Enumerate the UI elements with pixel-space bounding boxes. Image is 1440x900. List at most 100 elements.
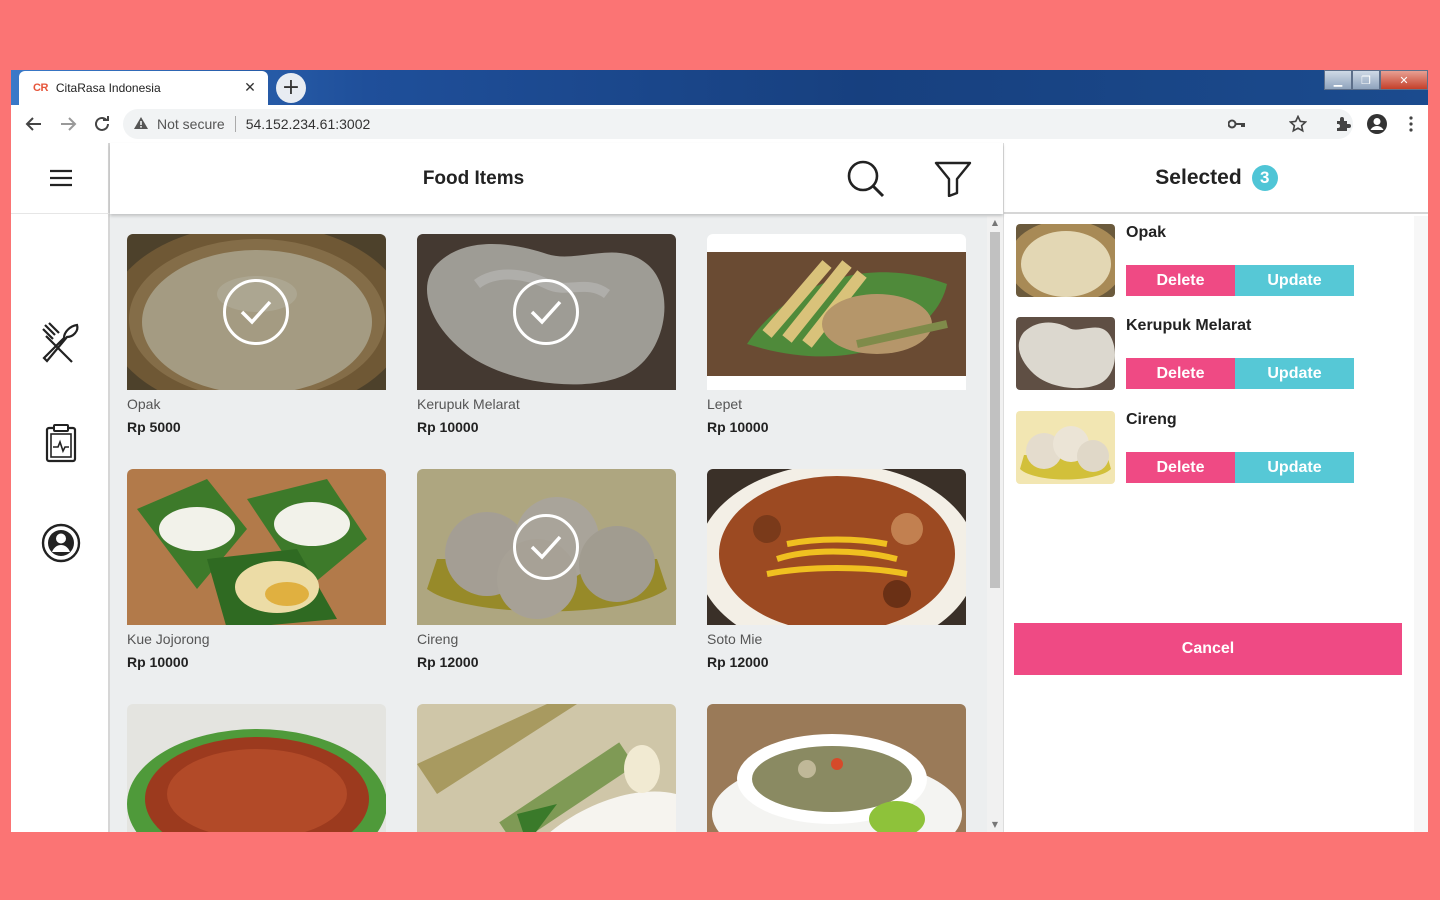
forward-icon[interactable] <box>51 107 85 141</box>
new-tab-button[interactable]: + <box>276 73 306 103</box>
checkmark-icon <box>223 279 289 345</box>
cancel-button[interactable]: Cancel <box>1014 623 1402 675</box>
browser-tab[interactable]: CR CitaRasa Indonesia ✕ <box>19 71 268 105</box>
food-card[interactable]: Cireng Rp 12000 <box>417 469 676 670</box>
page-title: Food Items <box>422 167 525 189</box>
app-root: Food Items Opak Rp 5000 Kerupuk Melarat … <box>11 143 1428 832</box>
food-card[interactable]: Opak Rp 5000 <box>127 234 386 435</box>
main-header: Food Items <box>110 143 1003 214</box>
selected-item-name: Cireng <box>1126 411 1177 428</box>
food-card[interactable]: Kue Jojorong Rp 10000 <box>127 469 386 670</box>
food-price: Rp 5000 <box>127 419 181 435</box>
food-image <box>417 234 676 390</box>
food-name: Soto Mie <box>707 631 763 647</box>
food-image <box>127 234 386 390</box>
key-icon[interactable] <box>1220 107 1254 141</box>
food-list-scrollbar[interactable]: ▲ ▼ <box>987 216 1003 832</box>
selected-panel-scrollbar[interactable] <box>1414 216 1428 832</box>
search-button[interactable] <box>845 158 887 200</box>
back-icon[interactable] <box>17 107 51 141</box>
selected-item-name: Opak <box>1126 224 1167 241</box>
food-name: Opak <box>127 396 161 412</box>
reload-icon[interactable] <box>85 107 119 141</box>
extensions-icon[interactable] <box>1326 107 1360 141</box>
food-list-area: Food Items Opak Rp 5000 Kerupuk Melarat … <box>110 143 1003 832</box>
delete-button[interactable]: Delete <box>1126 265 1235 296</box>
hamburger-icon <box>49 169 72 187</box>
browser-toolbar: Not secure 54.152.234.61:3002 <box>11 105 1428 143</box>
minimize-icon[interactable]: ▁ <box>1324 70 1352 90</box>
food-name: Kue Jojorong <box>127 631 210 647</box>
filter-button[interactable] <box>932 158 974 200</box>
window-controls: ▁ ❐ ✕ <box>1324 70 1428 90</box>
browser-window: CR CitaRasa Indonesia ✕ + ▁ ❐ ✕ Not secu… <box>11 70 1428 832</box>
food-card[interactable]: Soto Mie Rp 12000 <box>707 469 966 670</box>
food-name: Kerupuk Melarat <box>417 396 520 412</box>
warning-icon <box>133 116 149 133</box>
selected-item: Cireng Delete Update <box>1016 411 1396 485</box>
delete-button[interactable]: Delete <box>1126 358 1235 389</box>
toolbar-actions <box>1220 105 1428 143</box>
url-text: 54.152.234.61:3002 <box>245 116 371 132</box>
food-price: Rp 10000 <box>707 419 769 435</box>
selected-title: Selected <box>1155 165 1242 189</box>
food-image <box>707 469 966 625</box>
delete-button[interactable]: Delete <box>1126 452 1235 483</box>
window-close-icon[interactable]: ✕ <box>1380 70 1428 90</box>
tab-favicon: CR <box>33 82 48 94</box>
food-image <box>707 234 966 390</box>
update-button[interactable]: Update <box>1235 265 1354 296</box>
selected-item-image <box>1016 224 1115 297</box>
browser-titlebar: CR CitaRasa Indonesia ✕ + ▁ ❐ ✕ <box>11 70 1428 105</box>
food-card[interactable] <box>417 704 676 832</box>
selected-item: Opak Delete Update <box>1016 224 1396 298</box>
selected-item-image <box>1016 317 1115 390</box>
bookmark-star-icon[interactable] <box>1281 107 1315 141</box>
scroll-up-icon[interactable]: ▲ <box>987 216 1003 230</box>
food-price: Rp 10000 <box>127 654 189 670</box>
food-card[interactable]: Kerupuk Melarat Rp 10000 <box>417 234 676 435</box>
profile-icon[interactable] <box>1360 107 1394 141</box>
sidebar-item-orders[interactable] <box>11 413 110 473</box>
menu-button[interactable] <box>11 143 110 214</box>
address-bar[interactable]: Not secure 54.152.234.61:3002 <box>123 109 1353 139</box>
food-card[interactable]: Lepet Rp 10000 <box>707 234 966 435</box>
checkmark-icon <box>513 279 579 345</box>
filter-icon <box>934 161 972 197</box>
sidebar-item-profile[interactable] <box>11 513 110 573</box>
selected-header: Selected 3 <box>1004 143 1428 214</box>
tab-title: CitaRasa Indonesia <box>55 81 161 95</box>
user-circle-icon <box>41 523 80 563</box>
restore-icon[interactable]: ❐ <box>1352 70 1380 90</box>
scrollbar-thumb[interactable] <box>990 232 1000 588</box>
food-image <box>417 469 676 625</box>
utensils-icon <box>41 322 78 363</box>
food-price: Rp 10000 <box>417 419 479 435</box>
selected-item-image <box>1016 411 1115 484</box>
selected-panel: Selected 3 Opak Delete Update Kerupuk Me… <box>1003 143 1428 832</box>
food-image <box>127 704 386 832</box>
scroll-down-icon[interactable]: ▼ <box>987 818 1003 832</box>
sidebar-item-menu[interactable] <box>11 313 110 373</box>
update-button[interactable]: Update <box>1235 358 1354 389</box>
food-price: Rp 12000 <box>707 654 769 670</box>
food-image <box>417 704 676 832</box>
search-icon <box>847 160 885 198</box>
food-price: Rp 12000 <box>417 654 479 670</box>
tab-close-icon[interactable]: ✕ <box>242 80 258 96</box>
food-image <box>707 704 966 832</box>
update-button[interactable]: Update <box>1235 452 1354 483</box>
clipboard-icon <box>45 424 76 463</box>
browser-menu-icon[interactable] <box>1394 107 1428 141</box>
food-name: Cireng <box>417 631 459 647</box>
selected-count-badge: 3 <box>1251 164 1278 191</box>
food-image <box>127 469 386 625</box>
selected-item: Kerupuk Melarat Delete Update <box>1016 317 1396 391</box>
selected-item-name: Kerupuk Melarat <box>1126 317 1252 334</box>
food-card[interactable] <box>707 704 966 832</box>
checkmark-icon <box>513 514 579 580</box>
food-card[interactable] <box>127 704 386 832</box>
address-separator <box>234 116 236 132</box>
security-label: Not secure <box>157 116 225 132</box>
food-name: Lepet <box>707 396 743 412</box>
